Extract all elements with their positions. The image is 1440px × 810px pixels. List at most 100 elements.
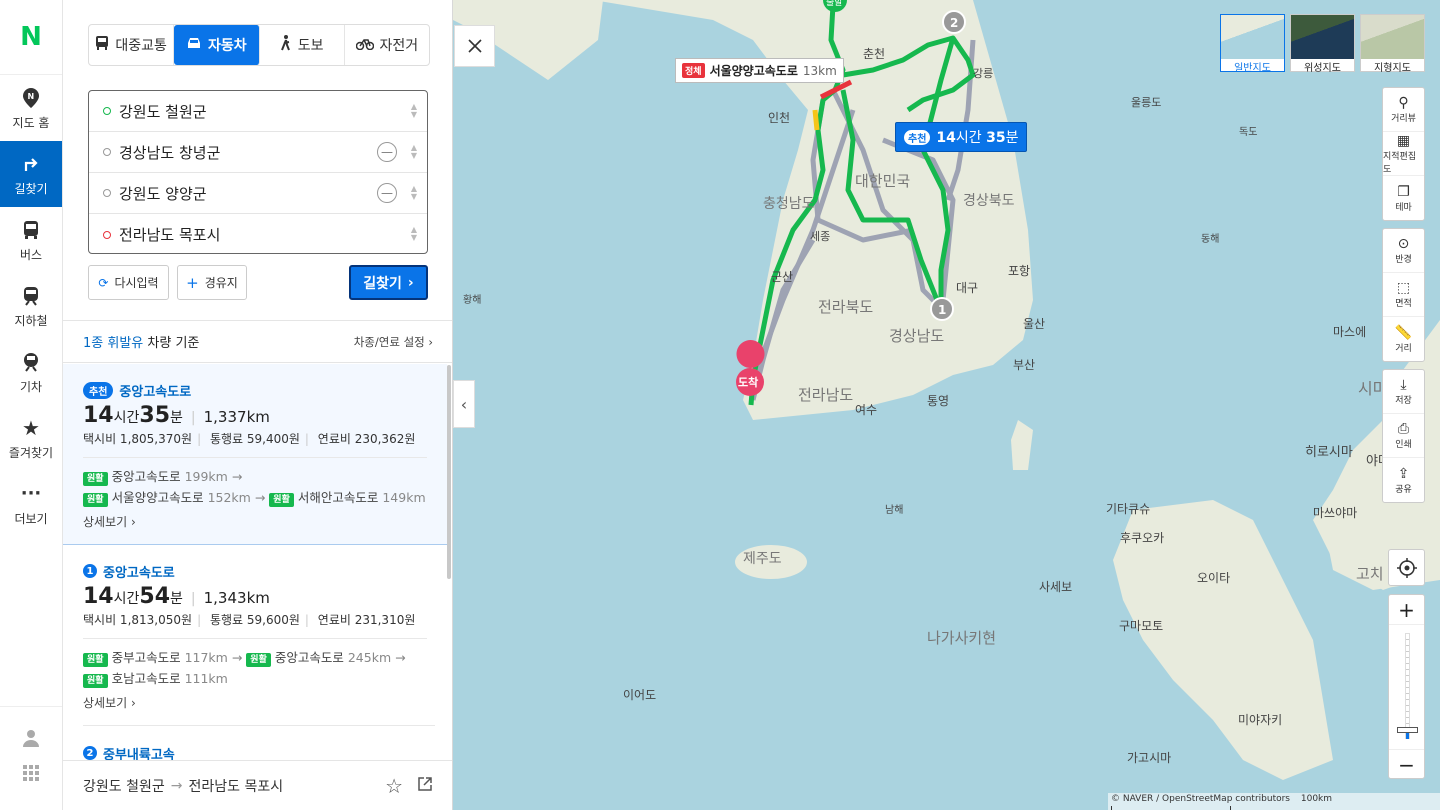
congestion-callout[interactable]: 정체 서울양양고속도로 13km	[675, 58, 844, 83]
stop-waypoint-2[interactable]: 강원도 양양군 — ▲ ▼	[89, 173, 427, 214]
tool-theme[interactable]: ❐ 테마	[1383, 176, 1424, 220]
reset-button-label: 다시입력	[114, 276, 159, 290]
zoom-slider[interactable]	[1389, 625, 1424, 749]
zoom-out-button[interactable]: −	[1389, 749, 1424, 779]
user-icon[interactable]	[22, 729, 40, 751]
nav-train-label: 기차	[19, 379, 43, 394]
detail-link[interactable]: 상세보기 ›	[83, 513, 427, 530]
tool-distance[interactable]: 📏 거리	[1383, 317, 1424, 361]
nav-favorites[interactable]: ★ 즐겨찾기	[0, 405, 62, 471]
tab-bicycle[interactable]: 자전거	[345, 25, 429, 65]
nav-subway[interactable]: 지하철	[0, 273, 62, 339]
add-waypoint-button[interactable]: + 경유지	[177, 265, 247, 300]
segment-row: 원활 호남고속도로 111km	[83, 668, 427, 689]
start-marker-label: 출발	[826, 0, 843, 8]
tool-streetview[interactable]: ⚲ 거리뷰	[1383, 88, 1424, 132]
add-waypoint-label: 경유지	[204, 276, 238, 290]
zoom-control: + −	[1388, 594, 1425, 779]
segment-km: 117km	[184, 650, 228, 665]
area-icon: ⬚	[1396, 280, 1411, 296]
tool-radius[interactable]: ⊙ 반경	[1383, 229, 1424, 273]
drag-handle-icon[interactable]: ▲ ▼	[411, 103, 417, 119]
nav-more[interactable]: ··· 더보기	[0, 471, 62, 537]
stop-start[interactable]: 강원도 철원군 ▲ ▼	[89, 91, 427, 132]
segment-row: 원활 중앙고속도로 199km →	[83, 466, 427, 487]
route-costs: 택시비 1,805,370원 | 통행료 59,400원 | 연료비 230,362…	[83, 430, 427, 458]
streetview-pin-icon: ⚲	[1398, 95, 1409, 111]
nav-train[interactable]: 기차	[0, 339, 62, 405]
maptype-standard[interactable]: 일반지도	[1220, 14, 1285, 74]
maptype-satellite-thumb	[1291, 15, 1354, 59]
map-place-label: 여수	[855, 403, 877, 417]
tool-distance-label: 거리	[1395, 343, 1412, 354]
apps-grid-icon[interactable]	[23, 765, 39, 785]
cadastral-grid-icon: ▦	[1396, 132, 1411, 149]
zoom-handle[interactable]	[1397, 727, 1418, 733]
favorite-star-icon[interactable]: ☆	[385, 774, 403, 798]
waypoint-2-marker: 2	[942, 10, 966, 34]
close-panel-button[interactable]	[454, 25, 495, 67]
locate-me-button[interactable]	[1388, 549, 1425, 586]
segment-road: 호남고속도로	[111, 671, 181, 686]
remove-waypoint-icon[interactable]: —	[377, 142, 397, 162]
minute-unit: 분	[170, 410, 183, 426]
detail-link[interactable]: 상세보기 ›	[83, 694, 427, 711]
share-icon: ⇪	[1397, 465, 1410, 482]
tool-print[interactable]: ⎙ 인쇄	[1383, 414, 1424, 458]
toll-fee: 통행료 59,400원	[209, 432, 300, 446]
drag-handle-icon[interactable]: ▲ ▼	[411, 226, 417, 242]
stop-waypoint-1[interactable]: 경상남도 창녕군 — ▲ ▼	[89, 132, 427, 173]
map-place-label: 강릉	[973, 67, 993, 80]
search-route-button[interactable]: 길찾기 ›	[349, 265, 428, 300]
route-segments: 원활 중앙고속도로 199km → 원활 서울양양고속도로 152km → 원활 서해…	[83, 458, 427, 508]
route-costs: 택시비 1,813,050원 | 통행료 59,600원 | 연료비 231,310…	[83, 611, 427, 639]
nav-bus[interactable]: 버스	[0, 207, 62, 273]
tool-cadastral-label: 지적편집도	[1383, 151, 1417, 175]
waypoint-1-marker: 1	[930, 297, 954, 321]
tab-transit[interactable]: 대중교통	[89, 25, 175, 65]
map-place-label: 히로시마	[1305, 445, 1353, 460]
chevron-right-icon: ›	[428, 334, 433, 349]
maptype-terrain-label: 지형지도	[1374, 63, 1411, 74]
route-segments: 원활 중부고속도로 117km → 원활 중앙고속도로 245km → 원활 호남고속…	[83, 639, 427, 689]
directions-panel: 대중교통 자동차 도보 자전거 강원도 철원군 ▲ ▼ 경상남도 창녕군 — ▲ ▼	[63, 0, 453, 810]
map-place-label: 제주도	[743, 551, 782, 567]
nav-map-home[interactable]: N 지도 홈	[0, 75, 62, 141]
reset-button[interactable]: ⟳ 다시입력	[88, 265, 169, 300]
maptype-satellite[interactable]: 위성지도	[1290, 14, 1355, 74]
naver-logo[interactable]: N	[0, 0, 62, 75]
tool-area[interactable]: ⬚ 면적	[1383, 273, 1424, 317]
vehicle-settings-link[interactable]: 차종/연료 설정 ›	[354, 334, 433, 350]
zoom-in-button[interactable]: +	[1389, 595, 1424, 625]
tool-save[interactable]: ⤓ 저장	[1383, 370, 1424, 414]
route-card-1[interactable]: 1 중앙고속도로 14 시간 54 분 | 1,343km 택시비 1,813,05…	[63, 562, 447, 725]
route-minutes: 35	[139, 403, 171, 428]
stop-destination[interactable]: 전라남도 목포시 ▲ ▼	[89, 214, 427, 255]
tool-cadastral[interactable]: ▦ 지적편집도	[1383, 132, 1424, 176]
tab-car[interactable]: 자동차	[174, 25, 260, 65]
nav-directions-label: 길찾기	[14, 181, 48, 196]
congestion-tag: 정체	[682, 63, 705, 78]
drag-handle-icon[interactable]: ▲ ▼	[411, 144, 417, 160]
route-time-callout[interactable]: 추천 14시간 35분	[895, 122, 1028, 152]
remove-waypoint-icon[interactable]: —	[377, 183, 397, 203]
route-time: 14 시간 35 분 | 1,337km	[83, 403, 427, 428]
nav-subway-label: 지하철	[14, 313, 48, 328]
panel-scrollbar[interactable]	[447, 365, 451, 579]
nav-directions[interactable]: 길찾기	[0, 141, 62, 207]
tab-walk[interactable]: 도보	[260, 25, 345, 65]
drag-handle-icon[interactable]: ▲ ▼	[411, 185, 417, 201]
map-place-label: 후쿠오카	[1120, 531, 1164, 545]
maptype-terrain[interactable]: 지형지도	[1360, 14, 1425, 74]
route-card-2[interactable]: 2 중부내륙고속	[83, 725, 435, 765]
fuel-cost: 연료비 231,310원	[317, 613, 416, 627]
taxi-fare: 택시비 1,813,050원	[83, 613, 193, 627]
tool-share[interactable]: ⇪ 공유	[1383, 458, 1424, 502]
segment-km: 199km	[184, 469, 228, 484]
collapse-panel-button[interactable]: ‹	[453, 380, 475, 428]
route-card-recommended[interactable]: 추천 중앙고속도로 14 시간 35 분 | 1,337km 택시비 1,805,3…	[63, 364, 447, 545]
traffic-tag: 원활	[83, 674, 108, 688]
share-icon[interactable]	[417, 776, 433, 796]
chevron-left-icon: ‹	[460, 394, 468, 414]
stop-waypoint-2-label: 강원도 양양군	[119, 184, 207, 203]
